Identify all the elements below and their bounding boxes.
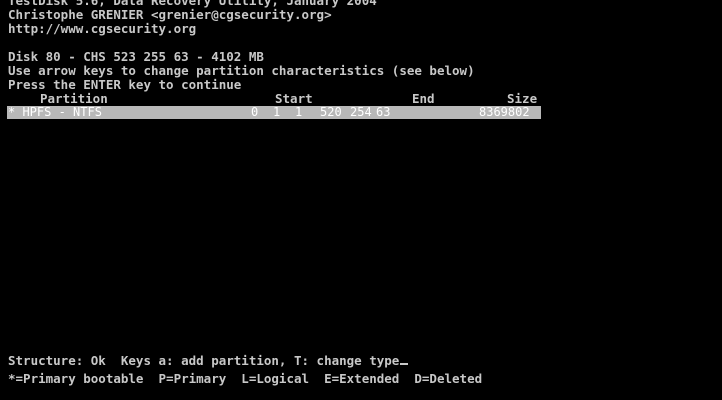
partition-type-legend: *=Primary bootable P=Primary L=Logical E… xyxy=(8,371,483,386)
partition-type: * HPFS - NTFS xyxy=(8,105,102,119)
start-sector: 1 xyxy=(295,105,303,119)
end-sector: 63 xyxy=(376,105,391,119)
column-header-start: Start xyxy=(275,91,313,106)
partition-table-header: Partition Start End Size xyxy=(0,92,722,106)
status-bar: Structure: Ok Keys a: add partition, T: … xyxy=(8,353,409,368)
disk-info: Disk 80 - CHS 523 255 63 - 4102 MB xyxy=(8,49,264,64)
end-head: 254 xyxy=(350,105,372,119)
text-cursor xyxy=(400,363,409,365)
column-header-end: End xyxy=(412,91,435,106)
end-cylinder: 520 xyxy=(320,105,342,119)
partition-size: 8369802 xyxy=(479,105,530,119)
website-url: http://www.cgsecurity.org xyxy=(8,21,197,36)
author-line: Christophe GRENIER <grenier@cgsecurity.o… xyxy=(8,7,332,22)
instruction-arrow-keys: Use arrow keys to change partition chara… xyxy=(8,63,475,78)
column-header-size: Size xyxy=(507,91,538,106)
instruction-enter: Press the ENTER key to continue xyxy=(8,77,242,92)
start-head: 1 xyxy=(273,105,281,119)
status-text: Structure: Ok Keys a: add partition, T: … xyxy=(8,353,400,368)
column-header-partition: Partition xyxy=(40,91,108,106)
terminal-screen: TestDisk 5.6, Data Recovery Utility, Jan… xyxy=(0,0,722,400)
start-cylinder: 0 xyxy=(251,105,259,119)
